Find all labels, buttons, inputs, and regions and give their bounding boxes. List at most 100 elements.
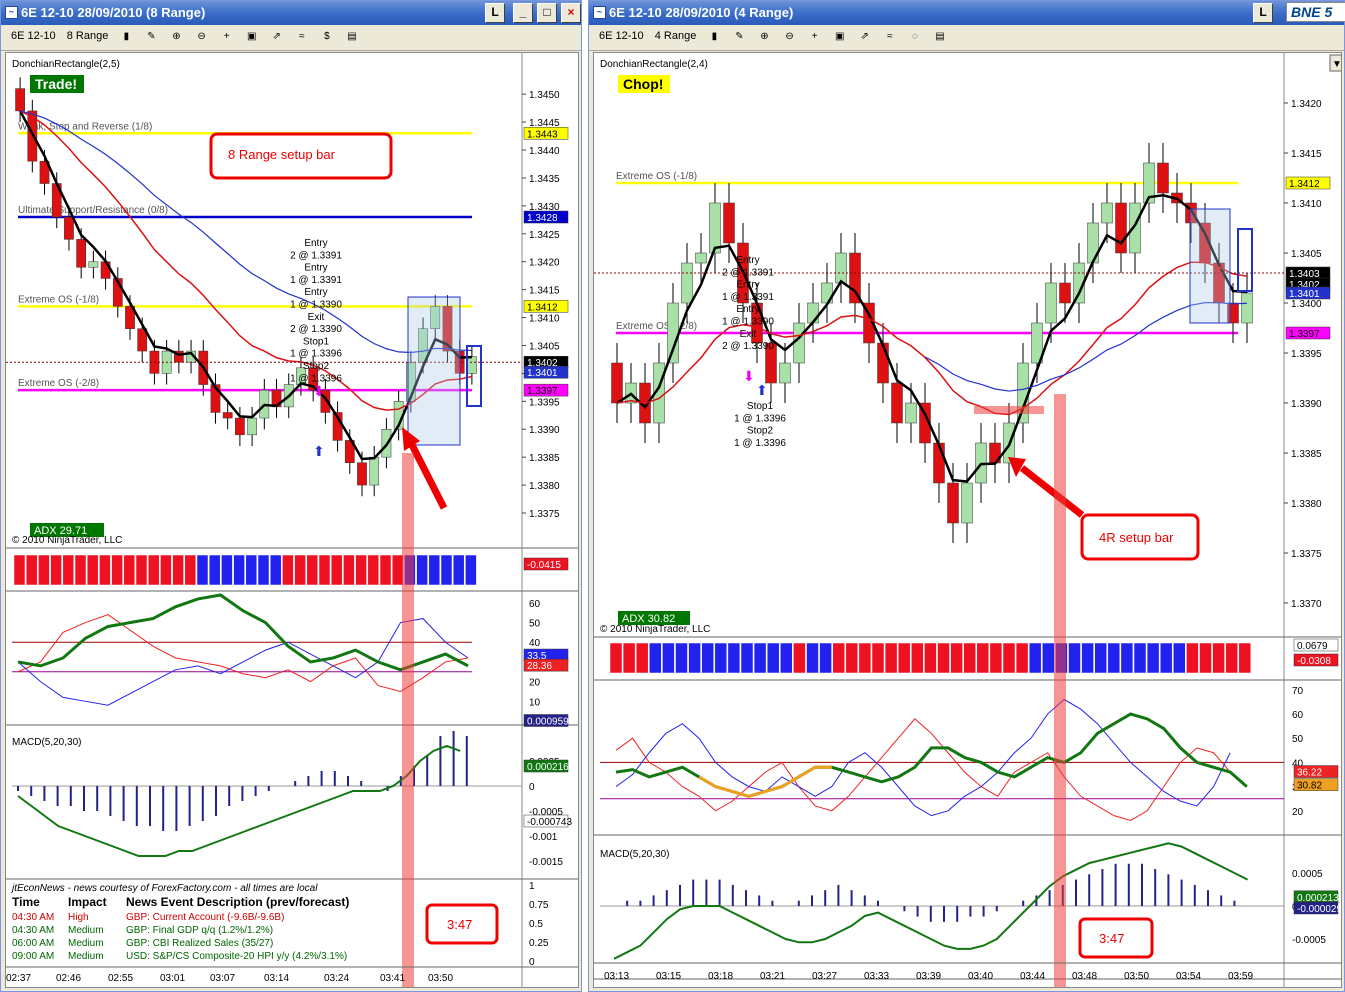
trend-bar: [355, 554, 367, 586]
candle-body: [723, 202, 735, 244]
layout-button[interactable]: L: [1253, 3, 1273, 23]
x-tick-label: 03:54: [1176, 971, 1201, 982]
entry-arrow-icon: ⬇: [313, 383, 325, 399]
news-desc: USD: S&P/CS Composite-20 HPI y/y (4.2%/3…: [126, 951, 347, 962]
candle-body: [905, 402, 917, 424]
instrument-select[interactable]: 6E 12-10: [11, 30, 56, 42]
crosshair-icon[interactable]: +: [808, 30, 822, 43]
indicator-label: DonchianRectangle(2,5): [12, 59, 120, 70]
instrument-select[interactable]: 6E 12-10: [599, 30, 644, 42]
layout-button[interactable]: L: [485, 3, 505, 23]
crosshair-icon[interactable]: +: [220, 30, 234, 43]
left-chart-area[interactable]: 1.3450 1.3445 1.3440 1.3435 1.3430 1.3425 1.34…: [5, 52, 579, 988]
candlestick-icon[interactable]: ▮: [119, 30, 133, 43]
trend-bar: [282, 554, 294, 586]
indicator-icon[interactable]: ≈: [883, 30, 897, 43]
candle-body: [88, 261, 99, 268]
indicator-icon[interactable]: ≈: [295, 30, 309, 43]
trend-bar: [1159, 642, 1173, 674]
x-tick-label: 03:24: [324, 973, 349, 984]
trend-bar: [662, 642, 675, 674]
trend-bar: [379, 554, 392, 586]
setup-callout: 8 Range setup bar: [228, 147, 336, 162]
dropdown-icon: ▼: [1332, 59, 1342, 70]
candlestick-icon[interactable]: ▮: [707, 30, 721, 43]
data-box-icon[interactable]: ▤: [345, 30, 359, 43]
trend-bar: [428, 554, 441, 586]
trend-bar: [343, 554, 355, 586]
trade-annotation: Stop1: [747, 401, 774, 412]
candle-body: [807, 302, 819, 324]
x-tick-label: 03:50: [428, 973, 453, 984]
left-title-bar[interactable]: ~ 6E 12-10 28/09/2010 (8 Range) L _ □ ×: [1, 1, 581, 25]
zoom-in-icon[interactable]: ⊕: [758, 30, 772, 43]
pencil-icon[interactable]: ✎: [732, 30, 746, 43]
macd-tick-label: 0.0005: [1292, 869, 1323, 880]
trend-bar: [38, 554, 50, 586]
osc-tick-label: 50: [529, 619, 541, 630]
trend-bar: [884, 642, 898, 674]
candle-body: [15, 88, 25, 112]
ma-price-tag: 1.3401: [1289, 289, 1320, 300]
setup-callout: 4R setup bar: [1099, 530, 1174, 545]
x-tick-label: 03:59: [1228, 971, 1253, 982]
strategy-icon[interactable]: ⇗: [858, 30, 872, 43]
trade-annotation: Exit: [308, 312, 325, 323]
disabled-icon[interactable]: ◌: [908, 30, 922, 43]
level-line-label: Extreme OS (-1/8): [18, 294, 99, 305]
news-col-desc: News Event Description (prev/forecast): [126, 895, 349, 909]
macd-tag: 0.000216: [527, 762, 569, 773]
period-select[interactable]: 8 Range: [67, 30, 109, 42]
trend-bar: [937, 642, 950, 674]
trend-bar: [330, 554, 343, 586]
price-tick-label: 1.3410: [529, 314, 560, 325]
pencil-icon[interactable]: ✎: [144, 30, 158, 43]
left-chart-svg: 1.34501.34451.34401.34351.34301.34251.34…: [6, 53, 578, 987]
trend-bar: [465, 554, 477, 586]
properties-icon[interactable]: ▣: [245, 30, 259, 43]
macd-tag: 0.000959: [527, 717, 569, 728]
trend-bar: [793, 642, 806, 674]
zoom-in-icon[interactable]: ⊕: [170, 30, 184, 43]
trend-bar: [1199, 642, 1212, 674]
minimize-button[interactable]: _: [513, 3, 533, 23]
zoom-out-icon[interactable]: ⊖: [783, 30, 797, 43]
price-tick-label: 1.3440: [529, 146, 560, 157]
news-tick-label: 0.75: [529, 900, 549, 911]
trend-bar: [976, 642, 990, 674]
period-select[interactable]: 4 Range: [655, 30, 697, 42]
trade-annotation: Stop1: [303, 336, 330, 347]
candle-body: [961, 482, 973, 524]
properties-icon[interactable]: ▣: [833, 30, 847, 43]
x-tick-label: 03:50: [1124, 971, 1149, 982]
right-title-bar[interactable]: ~ 6E 12-10 28/09/2010 (4 Range) L BNE 5: [589, 1, 1345, 25]
strategy-icon[interactable]: ⇗: [270, 30, 284, 43]
setup-range-box: [407, 296, 461, 446]
news-time: 06:00 AM: [12, 938, 54, 949]
time-highlight-band: [402, 453, 414, 987]
trade-annotation: Entry: [304, 287, 327, 298]
trade-annotation: 1 @ 1.3390: [722, 317, 774, 328]
price-tick-label: 1.3375: [529, 509, 560, 520]
dollar-icon[interactable]: $: [320, 30, 334, 43]
x-tick-label: 03:33: [864, 971, 889, 982]
trend-bar: [257, 554, 270, 586]
close-button[interactable]: ×: [561, 3, 581, 23]
maximize-button[interactable]: □: [537, 3, 557, 23]
price-tick-label: 1.3385: [1291, 449, 1322, 460]
trade-annotation: 1 @ 1.3396: [734, 413, 786, 424]
candle-body: [467, 356, 477, 374]
trend-bar: [622, 642, 636, 674]
right-chart-area[interactable]: 1.3420 1.3415 1.3410 1.3405 1.3400 1.3395 1.33…: [593, 52, 1342, 988]
trade-annotation: Entry: [736, 255, 759, 266]
price-tick-label: 1.3395: [529, 397, 560, 408]
trade-annotation: Entry: [736, 280, 759, 291]
trend-bar: [897, 642, 911, 674]
trend-bar: [111, 554, 123, 586]
time-box-label: 3:47: [447, 917, 472, 932]
data-box-icon[interactable]: ▤: [933, 30, 947, 43]
zoom-out-icon[interactable]: ⊖: [195, 30, 209, 43]
osc-blue-line: [17, 618, 469, 706]
trend-bar: [391, 554, 404, 586]
trend-bar: [1238, 642, 1252, 674]
